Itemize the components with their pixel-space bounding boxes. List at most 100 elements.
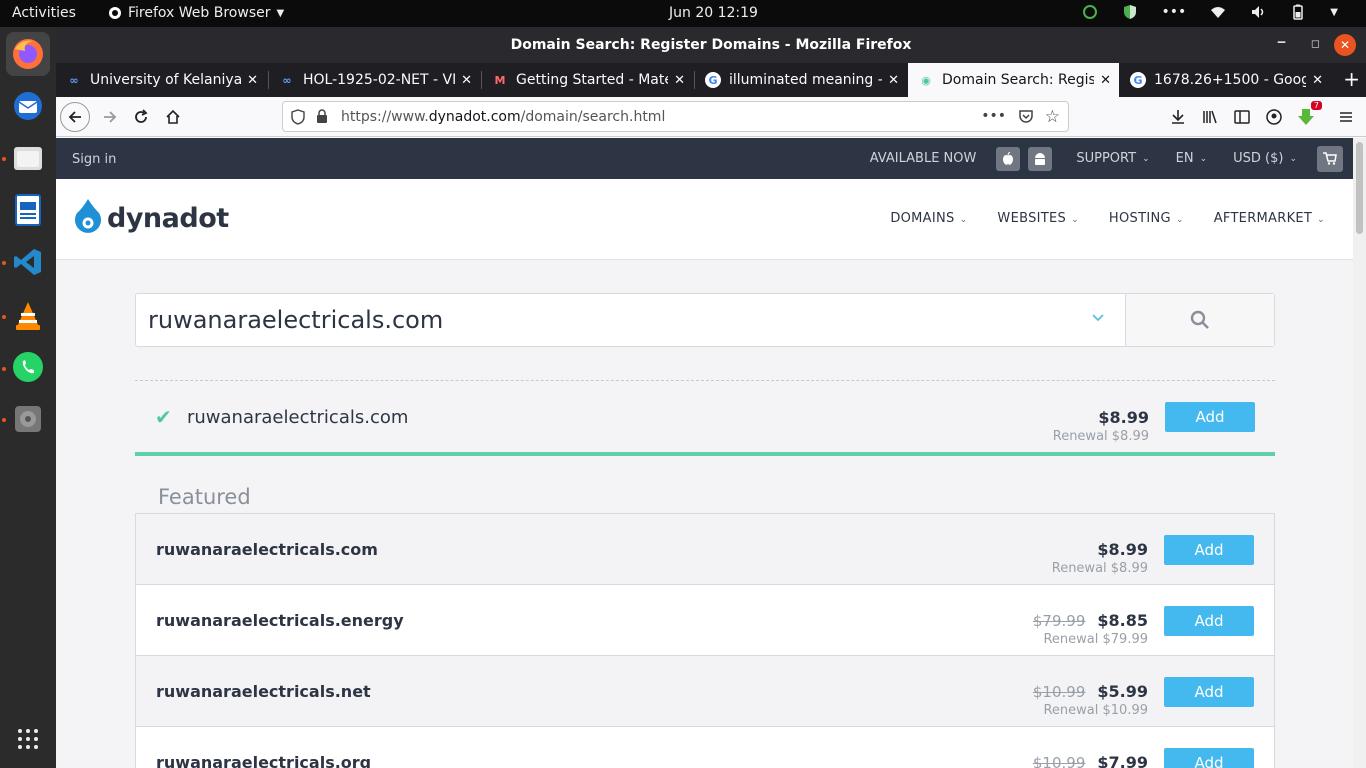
close-tab-icon[interactable]: ✕ [1100, 73, 1111, 88]
dock-files[interactable] [6, 136, 50, 180]
url-bar[interactable]: https://www.dynadot.com/domain/search.ht… [282, 101, 1069, 132]
tab-4-selected[interactable]: ◉ Domain Search: Registe ✕ [908, 63, 1119, 97]
close-tab-icon[interactable]: ✕ [1312, 73, 1323, 88]
featured-old-price: $10.99 [1032, 754, 1086, 768]
tab-2[interactable]: M Getting Started - Mater ✕ [482, 63, 693, 97]
featured-old-price: $79.99 [1032, 612, 1086, 630]
tab-3[interactable]: G illuminated meaning - G ✕ [695, 63, 907, 97]
home-button[interactable] [159, 103, 187, 131]
language-menu[interactable]: EN ⌄ [1176, 151, 1208, 166]
back-button[interactable] [60, 102, 90, 132]
sign-in-link[interactable]: Sign in [72, 152, 116, 167]
dock-thunderbird[interactable] [6, 84, 50, 128]
close-tab-icon[interactable]: ✕ [674, 73, 685, 88]
minimize-button[interactable]: ‒ [1277, 35, 1286, 50]
nav-aftermarket[interactable]: AFTERMARKET ⌄ [1214, 211, 1325, 226]
green-arrow-icon [1298, 109, 1314, 125]
dock-vscode[interactable] [6, 240, 50, 284]
featured-domain: ruwanaraelectricals.com [156, 540, 378, 559]
hamburger-icon [1340, 112, 1352, 122]
tab-title: Domain Search: Registe [942, 72, 1095, 88]
pocket-icon[interactable] [1018, 109, 1034, 128]
system-tray[interactable]: ••• ▼ [1082, 4, 1338, 20]
clock[interactable]: Jun 20 12:19 [669, 5, 758, 21]
page-actions-icon[interactable]: ••• [981, 108, 1006, 124]
close-tab-icon[interactable]: ✕ [888, 73, 899, 88]
nav-websites[interactable]: WEBSITES ⌄ [997, 211, 1079, 226]
whatsapp-tray-icon[interactable] [1082, 4, 1098, 20]
tab-5[interactable]: G 1678.26+1500 - Google ✕ [1120, 63, 1331, 97]
dock-disc[interactable] [6, 397, 50, 441]
show-applications[interactable] [6, 717, 50, 761]
featured-add-button[interactable]: Add [1164, 606, 1254, 636]
power-menu-icon[interactable]: ▼ [1330, 7, 1338, 18]
tracking-shield-icon[interactable] [291, 109, 305, 129]
folder-icon [14, 147, 42, 170]
domain-search-input[interactable] [136, 294, 1126, 346]
sidebar-button[interactable] [1228, 103, 1256, 131]
cart-button[interactable] [1317, 145, 1343, 172]
activities-button[interactable]: Activities [12, 5, 76, 21]
nav-hosting[interactable]: HOSTING ⌄ [1109, 211, 1184, 226]
firefox-small-icon [109, 7, 121, 19]
dock-writer[interactable] [6, 188, 50, 232]
dock-firefox[interactable] [6, 32, 50, 76]
library-button[interactable] [1196, 103, 1224, 131]
search-result: ✔ ruwanaraelectricals.com $8.99 Renewal … [135, 380, 1275, 456]
tab-0[interactable]: ∞ University of Kelaniya c ✕ [56, 63, 266, 97]
wifi-icon[interactable] [1210, 4, 1226, 20]
android-icon[interactable] [1028, 146, 1053, 171]
nav-domains[interactable]: DOMAINS ⌄ [890, 211, 967, 226]
reload-button[interactable] [127, 103, 155, 131]
featured-add-button[interactable]: Add [1164, 535, 1254, 565]
shield-icon[interactable] [1122, 4, 1138, 20]
battery-icon[interactable] [1290, 4, 1306, 20]
apple-icon[interactable] [996, 146, 1021, 171]
featured-renewal: Renewal $79.99 [1043, 632, 1148, 647]
dynadot-logo[interactable]: dynadot [73, 199, 229, 237]
close-tab-icon[interactable]: ✕ [247, 73, 258, 88]
featured-old-price: $10.99 [1032, 683, 1086, 701]
arrow-left-icon [68, 111, 81, 123]
main-nav: DOMAINS ⌄ WEBSITES ⌄ HOSTING ⌄ AFTERMARKET ⌄ [890, 211, 1325, 226]
home-icon [166, 109, 180, 124]
close-window-button[interactable]: ✕ [1334, 34, 1356, 56]
result-price-block: $8.99 Renewal $8.99 [1053, 408, 1149, 444]
featured-add-button[interactable]: Add [1164, 677, 1254, 707]
search-button[interactable] [1125, 294, 1274, 346]
maximize-button[interactable]: ◻ [1311, 37, 1320, 50]
featured-add-button[interactable]: Add [1164, 748, 1254, 768]
close-tab-icon[interactable]: ✕ [461, 73, 472, 88]
bookmark-star-icon[interactable]: ☆ [1045, 107, 1060, 127]
window-titlebar[interactable]: Domain Search: Register Domains - Mozill… [56, 27, 1366, 63]
menu-button[interactable] [1332, 103, 1360, 131]
dock-vlc[interactable] [6, 294, 50, 338]
page-scrollbar[interactable] [1353, 138, 1366, 768]
featured-price: $5.99 [1097, 682, 1148, 701]
featured-row: ruwanaraelectricals.com $8.99 Renewal $8… [136, 514, 1274, 585]
support-menu[interactable]: SUPPORT ⌄ [1076, 151, 1149, 166]
featured-price: $7.99 [1097, 753, 1148, 768]
chevron-down-icon[interactable] [1091, 308, 1105, 327]
scrollbar-thumb[interactable] [1356, 142, 1363, 234]
currency-menu[interactable]: USD ($) ⌄ [1233, 151, 1297, 166]
extension-download-button[interactable]: 7 [1292, 101, 1322, 131]
featured-price-block: $79.99 $8.85 Renewal $79.99 [1033, 611, 1148, 647]
featured-domain: ruwanaraelectricals.net [156, 682, 371, 701]
app-menu[interactable]: Firefox Web Browser ▼ [108, 5, 284, 21]
chevron-down-icon: ⌄ [1175, 215, 1184, 225]
lock-icon[interactable] [316, 109, 328, 128]
tab-1[interactable]: ∞ HOL-1925-02-NET - VM ✕ [269, 63, 480, 97]
volume-icon[interactable] [1250, 4, 1266, 20]
account-button[interactable] [1260, 103, 1288, 131]
more-icon[interactable]: ••• [1162, 4, 1187, 20]
logo-text: dynadot [107, 202, 229, 234]
library-icon [1203, 110, 1217, 124]
new-tab-button[interactable]: + [1343, 67, 1360, 91]
downloads-button[interactable] [1164, 103, 1192, 131]
infinity-icon: ∞ [69, 73, 79, 87]
result-add-button[interactable]: Add [1165, 402, 1255, 432]
forward-button[interactable] [96, 103, 124, 131]
tab-strip: ∞ University of Kelaniya c ✕ ∞ HOL-1925-… [56, 63, 1366, 97]
dock-whatsapp[interactable] [6, 345, 50, 389]
